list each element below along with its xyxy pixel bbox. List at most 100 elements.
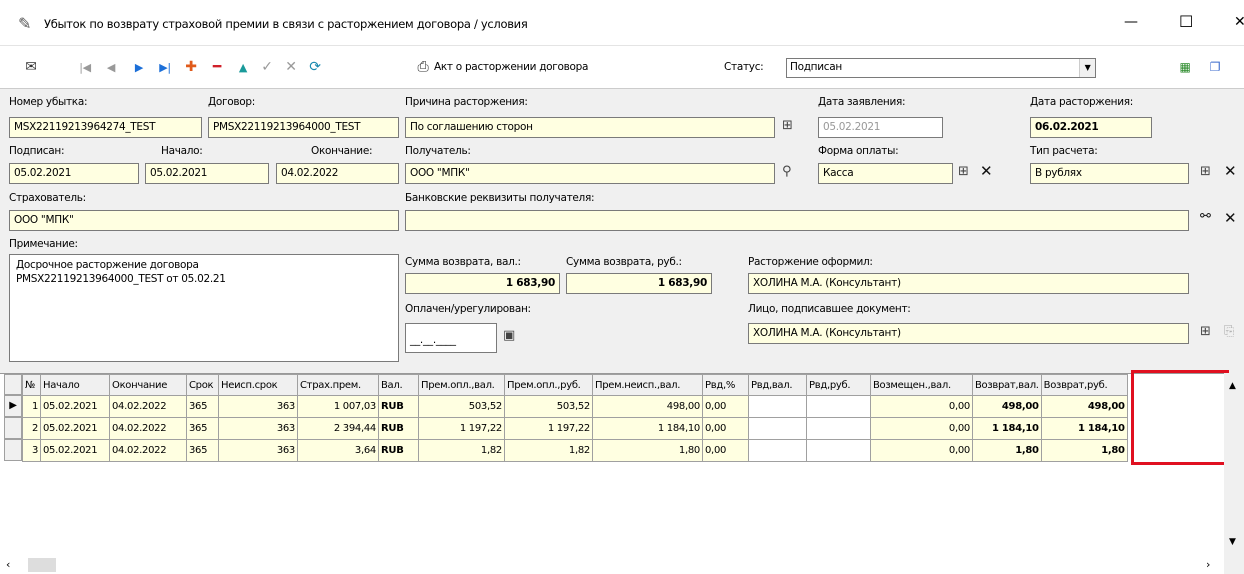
table-cell[interactable]: 365 [186,417,219,440]
last-icon[interactable]: ▶| [156,58,174,76]
refresh-icon[interactable]: ⟳ [306,58,324,76]
table-cell[interactable]: 363 [218,395,298,418]
column-header[interactable]: Неисп.срок [218,374,298,396]
table-cell[interactable]: 503,52 [418,395,505,418]
table-cell[interactable]: 1,80 [592,439,703,462]
status-select[interactable]: Подписан ▼ [786,58,1096,78]
next-icon[interactable]: ▶ [130,58,148,76]
table-cell[interactable]: 1,82 [418,439,505,462]
copy-small-icon[interactable]: ⎘ [1224,324,1234,339]
table-cell[interactable]: 2 394,44 [297,417,379,440]
column-header[interactable]: Рвд,вал. [748,374,807,396]
column-header[interactable]: Возмещен.,вал. [870,374,973,396]
table-cell[interactable] [806,417,871,440]
table-cell[interactable]: 04.02.2022 [109,417,187,440]
column-header[interactable]: Страх.прем. [297,374,379,396]
table-cell[interactable]: 1,80 [972,439,1042,462]
table-cell[interactable]: 498,00 [592,395,703,418]
note-field[interactable]: Досрочное расторжение договора PMSX22119… [9,254,399,362]
table-cell[interactable]: 0,00 [870,395,973,418]
row-indicator[interactable] [4,417,22,439]
table-cell[interactable]: 05.02.2021 [40,395,110,418]
table-cell[interactable]: 3 [22,439,41,462]
insurer-field[interactable]: ООО "МПК" [9,210,399,231]
table-row[interactable]: 2 05.02.2021 04.02.2022 365 363 2 394,44 RUB 1 … [22,417,1128,440]
printer-icon[interactable]: ⎙ [414,58,432,76]
column-header[interactable]: Начало [40,374,110,396]
close-button[interactable]: ✕ [1234,14,1244,30]
clear-icon[interactable]: ✕ [1224,209,1237,227]
list-picker-icon[interactable]: ⊞ [958,164,969,179]
search-icon[interactable]: ⚲ [782,164,792,179]
signer-field[interactable]: ХОЛИНА М.А. (Консультант) [748,323,1189,344]
recipient-field[interactable]: ООО "МПК" [405,163,775,184]
table-cell[interactable]: 363 [218,417,298,440]
list-picker-icon[interactable]: ⊞ [1200,324,1211,339]
column-header[interactable]: Возврат,руб. [1040,374,1128,396]
table-cell[interactable]: RUB [378,417,419,440]
clear-icon[interactable]: ✕ [1224,162,1237,180]
table-cell[interactable] [748,417,807,440]
table-cell[interactable]: 0,00 [702,439,749,462]
bank-field[interactable] [405,210,1189,231]
table-cell[interactable]: 0,00 [870,439,973,462]
add-icon[interactable]: ✚ [182,58,200,76]
signed-field[interactable]: 05.02.2021 [9,163,139,184]
loss-number-field[interactable]: MSX22119213964274_TEST [9,117,202,138]
paid-date-field[interactable]: __.__.____ [405,323,497,353]
table-cell[interactable]: 0,00 [702,417,749,440]
table-cell[interactable]: 1 [22,395,41,418]
termination-date-field[interactable]: 06.02.2021 [1030,117,1152,138]
table-cell[interactable]: RUB [378,439,419,462]
row-indicator[interactable]: ▶ [4,395,22,417]
table-cell[interactable]: 04.02.2022 [109,439,187,462]
table-cell[interactable]: RUB [378,395,419,418]
vertical-scrollbar[interactable]: ▲ ▼ [1224,373,1244,574]
table-cell[interactable]: 1 184,10 [972,417,1042,440]
scroll-down-icon[interactable]: ▼ [1229,537,1236,547]
table-cell[interactable]: 05.02.2021 [40,439,110,462]
table-row[interactable]: 1 05.02.2021 04.02.2022 365 363 1 007,03 RUB 50… [22,395,1128,418]
column-header[interactable]: № [22,374,41,396]
mail-icon[interactable]: ✉ [22,58,40,76]
scroll-right-icon[interactable]: › [1206,558,1210,571]
confirm-icon[interactable]: ✓ [258,58,276,76]
maximize-button[interactable]: ☐ [1179,12,1193,31]
table-cell[interactable]: 05.02.2021 [40,417,110,440]
binoculars-icon[interactable]: ⚯ [1200,209,1211,224]
column-header[interactable]: Вал. [378,374,419,396]
table-cell[interactable] [748,439,807,462]
table-cell[interactable]: 1 184,10 [592,417,703,440]
column-header[interactable]: Возврат,вал. [972,374,1042,396]
first-icon[interactable]: |◀ [76,58,94,76]
horizontal-scrollbar[interactable]: ‹ › [0,556,1224,574]
table-cell[interactable]: 3,64 [297,439,379,462]
scroll-left-icon[interactable]: ‹ [6,558,10,571]
act-button[interactable]: Акт о расторжении договора [434,61,588,73]
table-cell[interactable] [748,395,807,418]
scroll-up-icon[interactable]: ▲ [1229,381,1236,391]
list-picker-icon[interactable]: ⊞ [782,118,793,133]
delete-icon[interactable]: ━ [208,58,226,76]
report-icon[interactable]: ▦ [1176,58,1194,76]
table-cell[interactable]: 1 197,22 [418,417,505,440]
column-header[interactable]: Рвд,% [702,374,749,396]
column-header[interactable]: Прем.неисп.,вал. [592,374,703,396]
up-icon[interactable]: ▲ [234,58,252,76]
contract-field[interactable]: PMSX22119213964000_TEST [208,117,399,138]
table-row[interactable]: 3 05.02.2021 04.02.2022 365 363 3,64 RUB 1,82 1,… [22,439,1128,462]
table-cell[interactable]: 0,00 [870,417,973,440]
table-cell[interactable]: 498,00 [1040,395,1128,418]
end-field[interactable]: 04.02.2022 [276,163,399,184]
table-cell[interactable]: 1,80 [1040,439,1128,462]
table-cell[interactable]: 1 007,03 [297,395,379,418]
table-cell[interactable]: 365 [186,395,219,418]
column-header[interactable]: Прем.опл.,вал. [418,374,505,396]
table-cell[interactable] [806,439,871,462]
list-picker-icon[interactable]: ⊞ [1200,164,1211,179]
column-header[interactable]: Рвд,руб. [806,374,871,396]
calendar-icon[interactable]: ▣ [503,328,515,343]
payment-form-field[interactable]: Касса [818,163,953,184]
chevron-down-icon[interactable]: ▼ [1079,59,1095,77]
table-cell[interactable]: 363 [218,439,298,462]
